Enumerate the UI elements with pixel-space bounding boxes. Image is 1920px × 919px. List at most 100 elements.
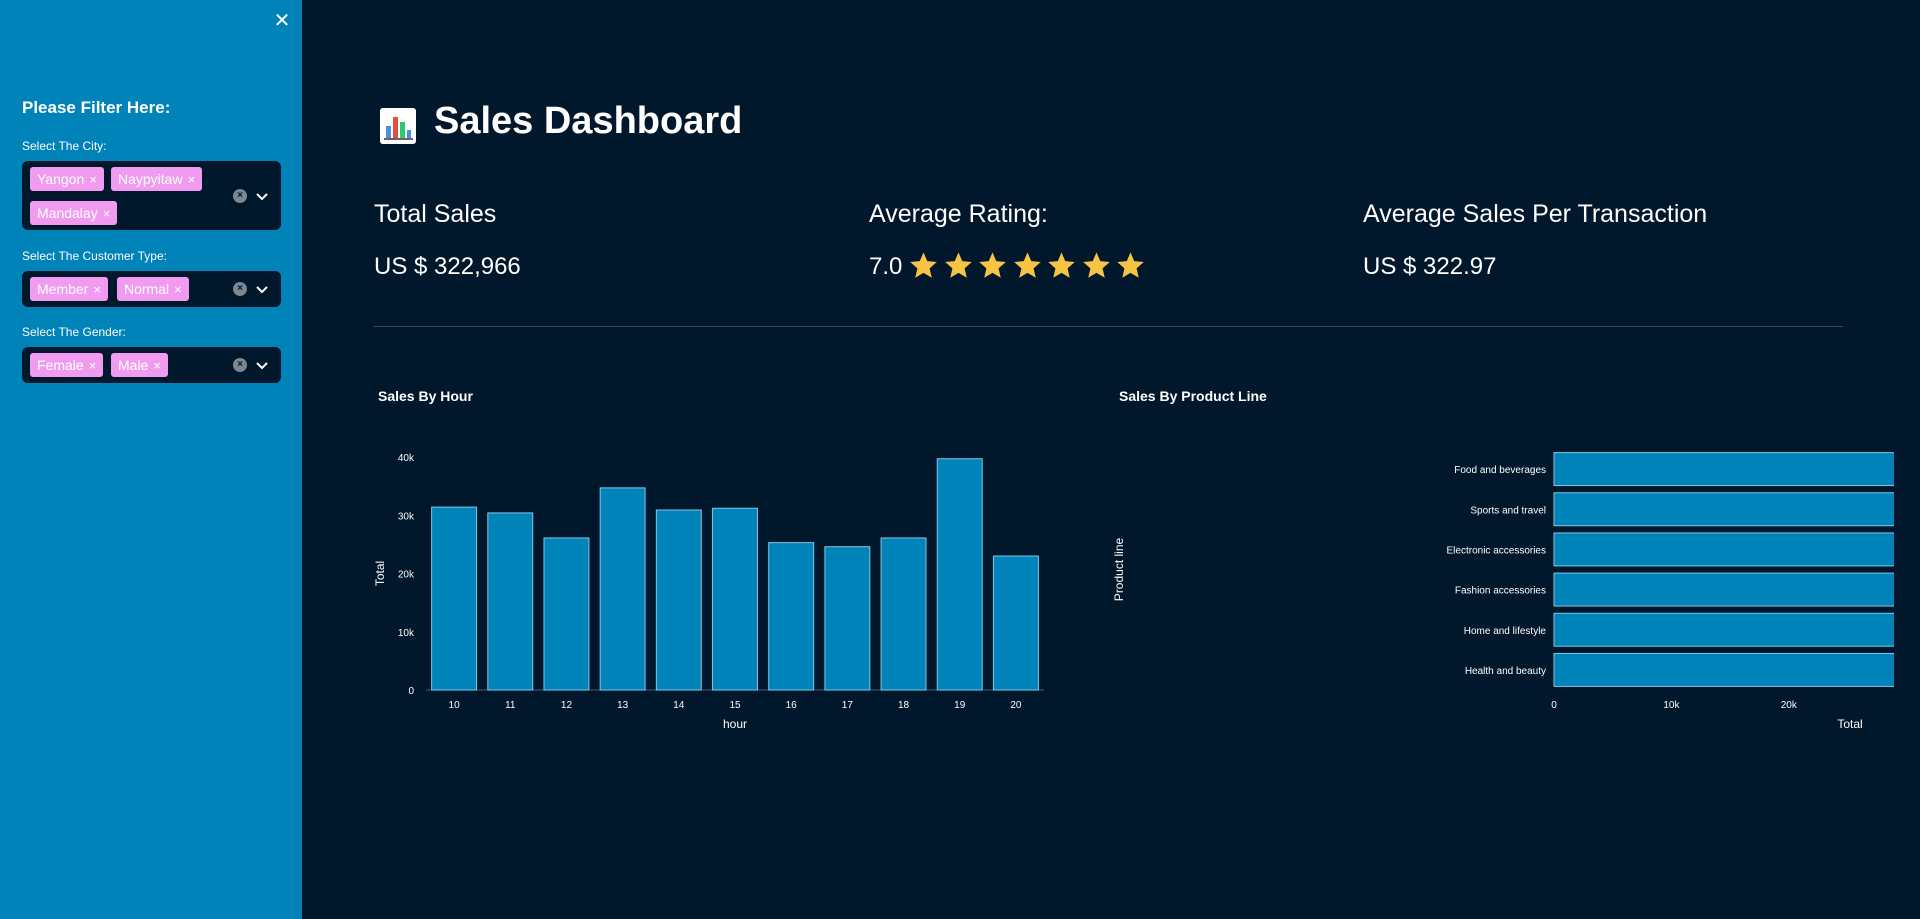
bar[interactable]	[1553, 652, 1894, 687]
bar[interactable]	[487, 512, 534, 691]
customer-type-tag[interactable]: Normal ×	[117, 277, 189, 301]
bar[interactable]	[880, 537, 927, 691]
total-sales-label: Total Sales	[374, 200, 497, 228]
y-tick-label: 0	[408, 686, 414, 697]
avg-sales-per-transaction-label: Average Sales Per Transaction	[1363, 200, 1708, 228]
tag-label: Mandalay	[37, 205, 98, 221]
average-rating-value: 7.0	[869, 253, 903, 280]
bar[interactable]	[1553, 492, 1894, 527]
average-rating-label: Average Rating:	[869, 200, 1048, 228]
star-icon	[910, 252, 937, 278]
y-tick-label: Electronic accessories	[1447, 545, 1546, 556]
sales-by-hour-title: Sales By Hour	[378, 388, 473, 404]
x-tick-label: 0	[1551, 700, 1557, 711]
y-tick-label: 20k	[398, 570, 415, 581]
x-tick-label: 10k	[1663, 700, 1680, 711]
customer-type-filter-label: Select The Customer Type:	[22, 249, 167, 263]
y-tick-label: 10k	[398, 628, 415, 639]
x-tick-label: 14	[673, 700, 685, 711]
y-axis-title: Total	[374, 561, 387, 586]
y-tick-label: Health and beauty	[1465, 666, 1546, 677]
star-icon	[979, 252, 1006, 278]
page-title: Sales Dashboard	[434, 100, 743, 142]
bar[interactable]	[543, 537, 590, 691]
x-tick-label: 15	[729, 700, 741, 711]
bar[interactable]	[712, 507, 758, 691]
clear-circle-icon[interactable]: ×	[233, 282, 247, 296]
bar[interactable]	[768, 542, 815, 691]
gender-tag[interactable]: Female ×	[30, 353, 104, 377]
bar-chart-icon	[380, 108, 416, 144]
tag-remove-icon[interactable]: ×	[89, 172, 97, 187]
x-tick-label: 18	[898, 700, 910, 711]
customer-type-multiselect[interactable]: Member × Normal × ×	[22, 271, 281, 307]
tag-remove-icon[interactable]: ×	[103, 206, 111, 221]
bar[interactable]	[1553, 612, 1894, 647]
tag-label: Female	[37, 357, 84, 373]
y-tick-label: Home and lifestyle	[1464, 626, 1547, 637]
tag-remove-icon[interactable]: ×	[174, 282, 182, 297]
clear-circle-icon[interactable]: ×	[233, 358, 247, 372]
tag-remove-icon[interactable]: ×	[89, 358, 97, 373]
city-filter-label: Select The City:	[22, 139, 107, 153]
chevron-down-icon[interactable]	[254, 281, 270, 297]
bar[interactable]	[992, 555, 1039, 691]
x-tick-label: 17	[842, 700, 854, 711]
y-tick-label: Sports and travel	[1470, 505, 1546, 516]
city-tag[interactable]: Naypyitaw ×	[111, 167, 203, 191]
star-icon	[1117, 252, 1144, 278]
tag-label: Yangon	[37, 171, 85, 187]
x-tick-label: 12	[561, 700, 573, 711]
sales-by-product-line-title: Sales By Product Line	[1119, 388, 1267, 404]
x-tick-label: 11	[505, 700, 516, 711]
customer-type-tag[interactable]: Member ×	[30, 277, 108, 301]
sidebar: ✕ Please Filter Here: Select The City: Y…	[0, 0, 302, 919]
x-tick-label: 10	[449, 700, 461, 711]
x-axis-title: Total	[1837, 717, 1862, 731]
bar[interactable]	[1553, 452, 1894, 487]
y-tick-label: 40k	[398, 453, 415, 464]
star-icon	[1013, 252, 1041, 278]
star-icon	[1048, 252, 1075, 278]
star-icon	[1082, 252, 1110, 278]
close-icon[interactable]: ✕	[272, 10, 292, 30]
chevron-down-icon[interactable]	[254, 357, 270, 373]
tag-label: Normal	[124, 281, 170, 297]
gender-multiselect[interactable]: Female × Male × ×	[22, 347, 281, 383]
x-tick-label: 20	[1010, 700, 1022, 711]
tag-label: Member	[37, 281, 89, 297]
gender-filter-label: Select The Gender:	[22, 325, 126, 339]
chevron-down-icon[interactable]	[254, 188, 270, 204]
star-icon	[944, 252, 972, 278]
city-tag[interactable]: Yangon ×	[30, 167, 104, 191]
tag-remove-icon[interactable]: ×	[93, 282, 101, 297]
city-tag[interactable]: Mandalay ×	[30, 201, 118, 225]
bar[interactable]	[824, 546, 871, 691]
bar[interactable]	[655, 509, 702, 691]
main-area: Sales Dashboard Total Sales US $ 322,966…	[302, 0, 1920, 919]
clear-circle-icon[interactable]: ×	[233, 189, 247, 203]
bar[interactable]	[1553, 572, 1894, 607]
bar[interactable]	[936, 458, 983, 691]
x-tick-label: 13	[617, 700, 629, 711]
total-sales-value: US $ 322,966	[374, 253, 521, 280]
y-tick-label: 30k	[398, 511, 415, 522]
bar[interactable]	[431, 506, 478, 691]
y-axis-title: Product line	[1114, 537, 1126, 601]
y-tick-label: Fashion accessories	[1455, 586, 1546, 597]
tag-remove-icon[interactable]: ×	[188, 172, 196, 187]
sales-by-product-line-chart: Food and beverages Sports and travel Elect…	[1114, 452, 1894, 731]
tag-label: Naypyitaw	[118, 171, 183, 187]
x-axis-title: hour	[723, 717, 747, 731]
x-tick-label: 20k	[1781, 700, 1798, 711]
y-tick-label: Food and beverages	[1454, 465, 1546, 476]
x-tick-label: 16	[786, 700, 798, 711]
x-tick-label: 19	[954, 700, 966, 711]
bar[interactable]	[1553, 532, 1894, 567]
tag-remove-icon[interactable]: ×	[153, 358, 161, 373]
filter-title: Please Filter Here:	[22, 98, 171, 117]
avg-sales-per-transaction-value: US $ 322.97	[1363, 253, 1497, 280]
gender-tag[interactable]: Male ×	[111, 353, 168, 377]
city-multiselect[interactable]: Yangon × Naypyitaw × Mandalay × ×	[22, 161, 281, 230]
bar[interactable]	[599, 487, 646, 691]
